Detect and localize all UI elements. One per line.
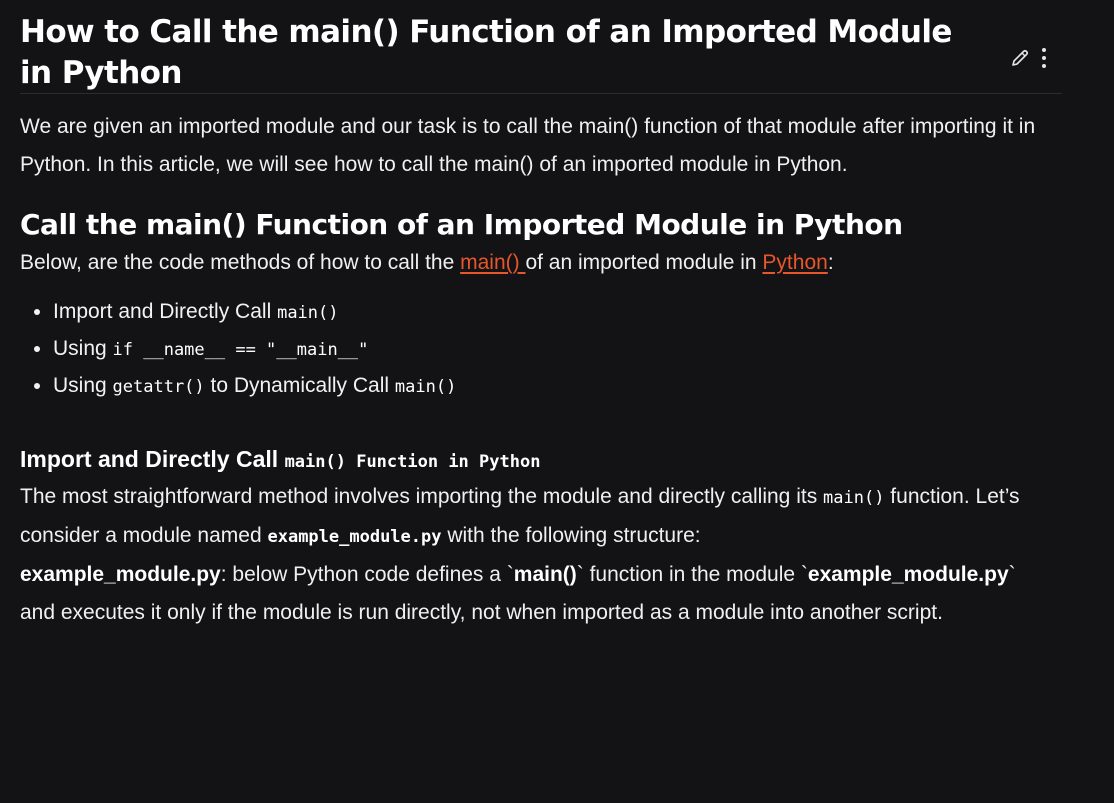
list-item: Using if __name__ == "__main__"	[53, 331, 1080, 368]
methods-intro-colon: :	[827, 251, 834, 274]
inline-code: main()	[823, 488, 885, 508]
python-link[interactable]: Python	[762, 251, 827, 274]
paragraph-text: The most straightforward method involves…	[20, 485, 824, 508]
inline-code: main()	[277, 303, 339, 323]
more-vertical-icon[interactable]	[1040, 46, 1048, 70]
section-heading: Call the main() Function of an Imported …	[20, 208, 903, 241]
list-item-text: Using	[53, 374, 113, 397]
methods-intro-paragraph: Below, are the code methods of how to ca…	[20, 244, 1080, 282]
intro-paragraph: We are given an imported module and our …	[20, 115, 1036, 176]
methods-intro-text: Below, are the code methods of how to ca…	[20, 251, 461, 274]
list-item: Using getattr() to Dynamically Call main…	[53, 368, 1080, 405]
inline-code: main()	[394, 377, 457, 397]
article-page: How to Call the main() Function of an Im…	[0, 0, 1114, 803]
title-actions	[1010, 46, 1048, 70]
main-link[interactable]: main()	[460, 251, 525, 274]
method-description-paragraph: The most straightforward method involves…	[20, 478, 1080, 556]
subsection-heading-text: Import and Directly Call	[20, 446, 285, 472]
title-row: How to Call the main() Function of an Im…	[20, 12, 1062, 94]
paragraph-text: with the following structure:	[441, 524, 701, 547]
example-module-paragraph: example_module.py: below Python code def…	[20, 556, 1040, 632]
article-body: We are given an imported module and our …	[20, 108, 1080, 632]
inline-code: example_module.py	[267, 527, 442, 547]
subsection-heading: Import and Directly Call main() Function…	[20, 443, 1080, 478]
methods-intro-text-mid: of an imported module in	[525, 251, 763, 274]
inline-code: getattr()	[112, 377, 205, 397]
list-item-text: to Dynamically Call	[204, 374, 395, 397]
list-item-text: Using	[53, 337, 113, 360]
bold-text: example_module.py	[20, 563, 221, 586]
paragraph-text: : below Python code defines a `	[220, 563, 514, 586]
inline-code: if __name__ == "__main__"	[112, 340, 369, 360]
methods-list: Import and Directly Call main() Using if…	[20, 294, 1080, 405]
pencil-icon[interactable]	[1010, 48, 1030, 68]
bold-text: main()	[513, 563, 577, 586]
bold-text: example_module.py	[807, 563, 1009, 586]
paragraph-text: ` function in the module `	[576, 563, 808, 586]
list-item-text: Import and Directly Call	[53, 300, 278, 323]
subsection-heading-code: main() Function in Python	[284, 452, 541, 472]
page-title: How to Call the main() Function of an Im…	[20, 14, 952, 91]
list-item: Import and Directly Call main()	[53, 294, 1080, 331]
